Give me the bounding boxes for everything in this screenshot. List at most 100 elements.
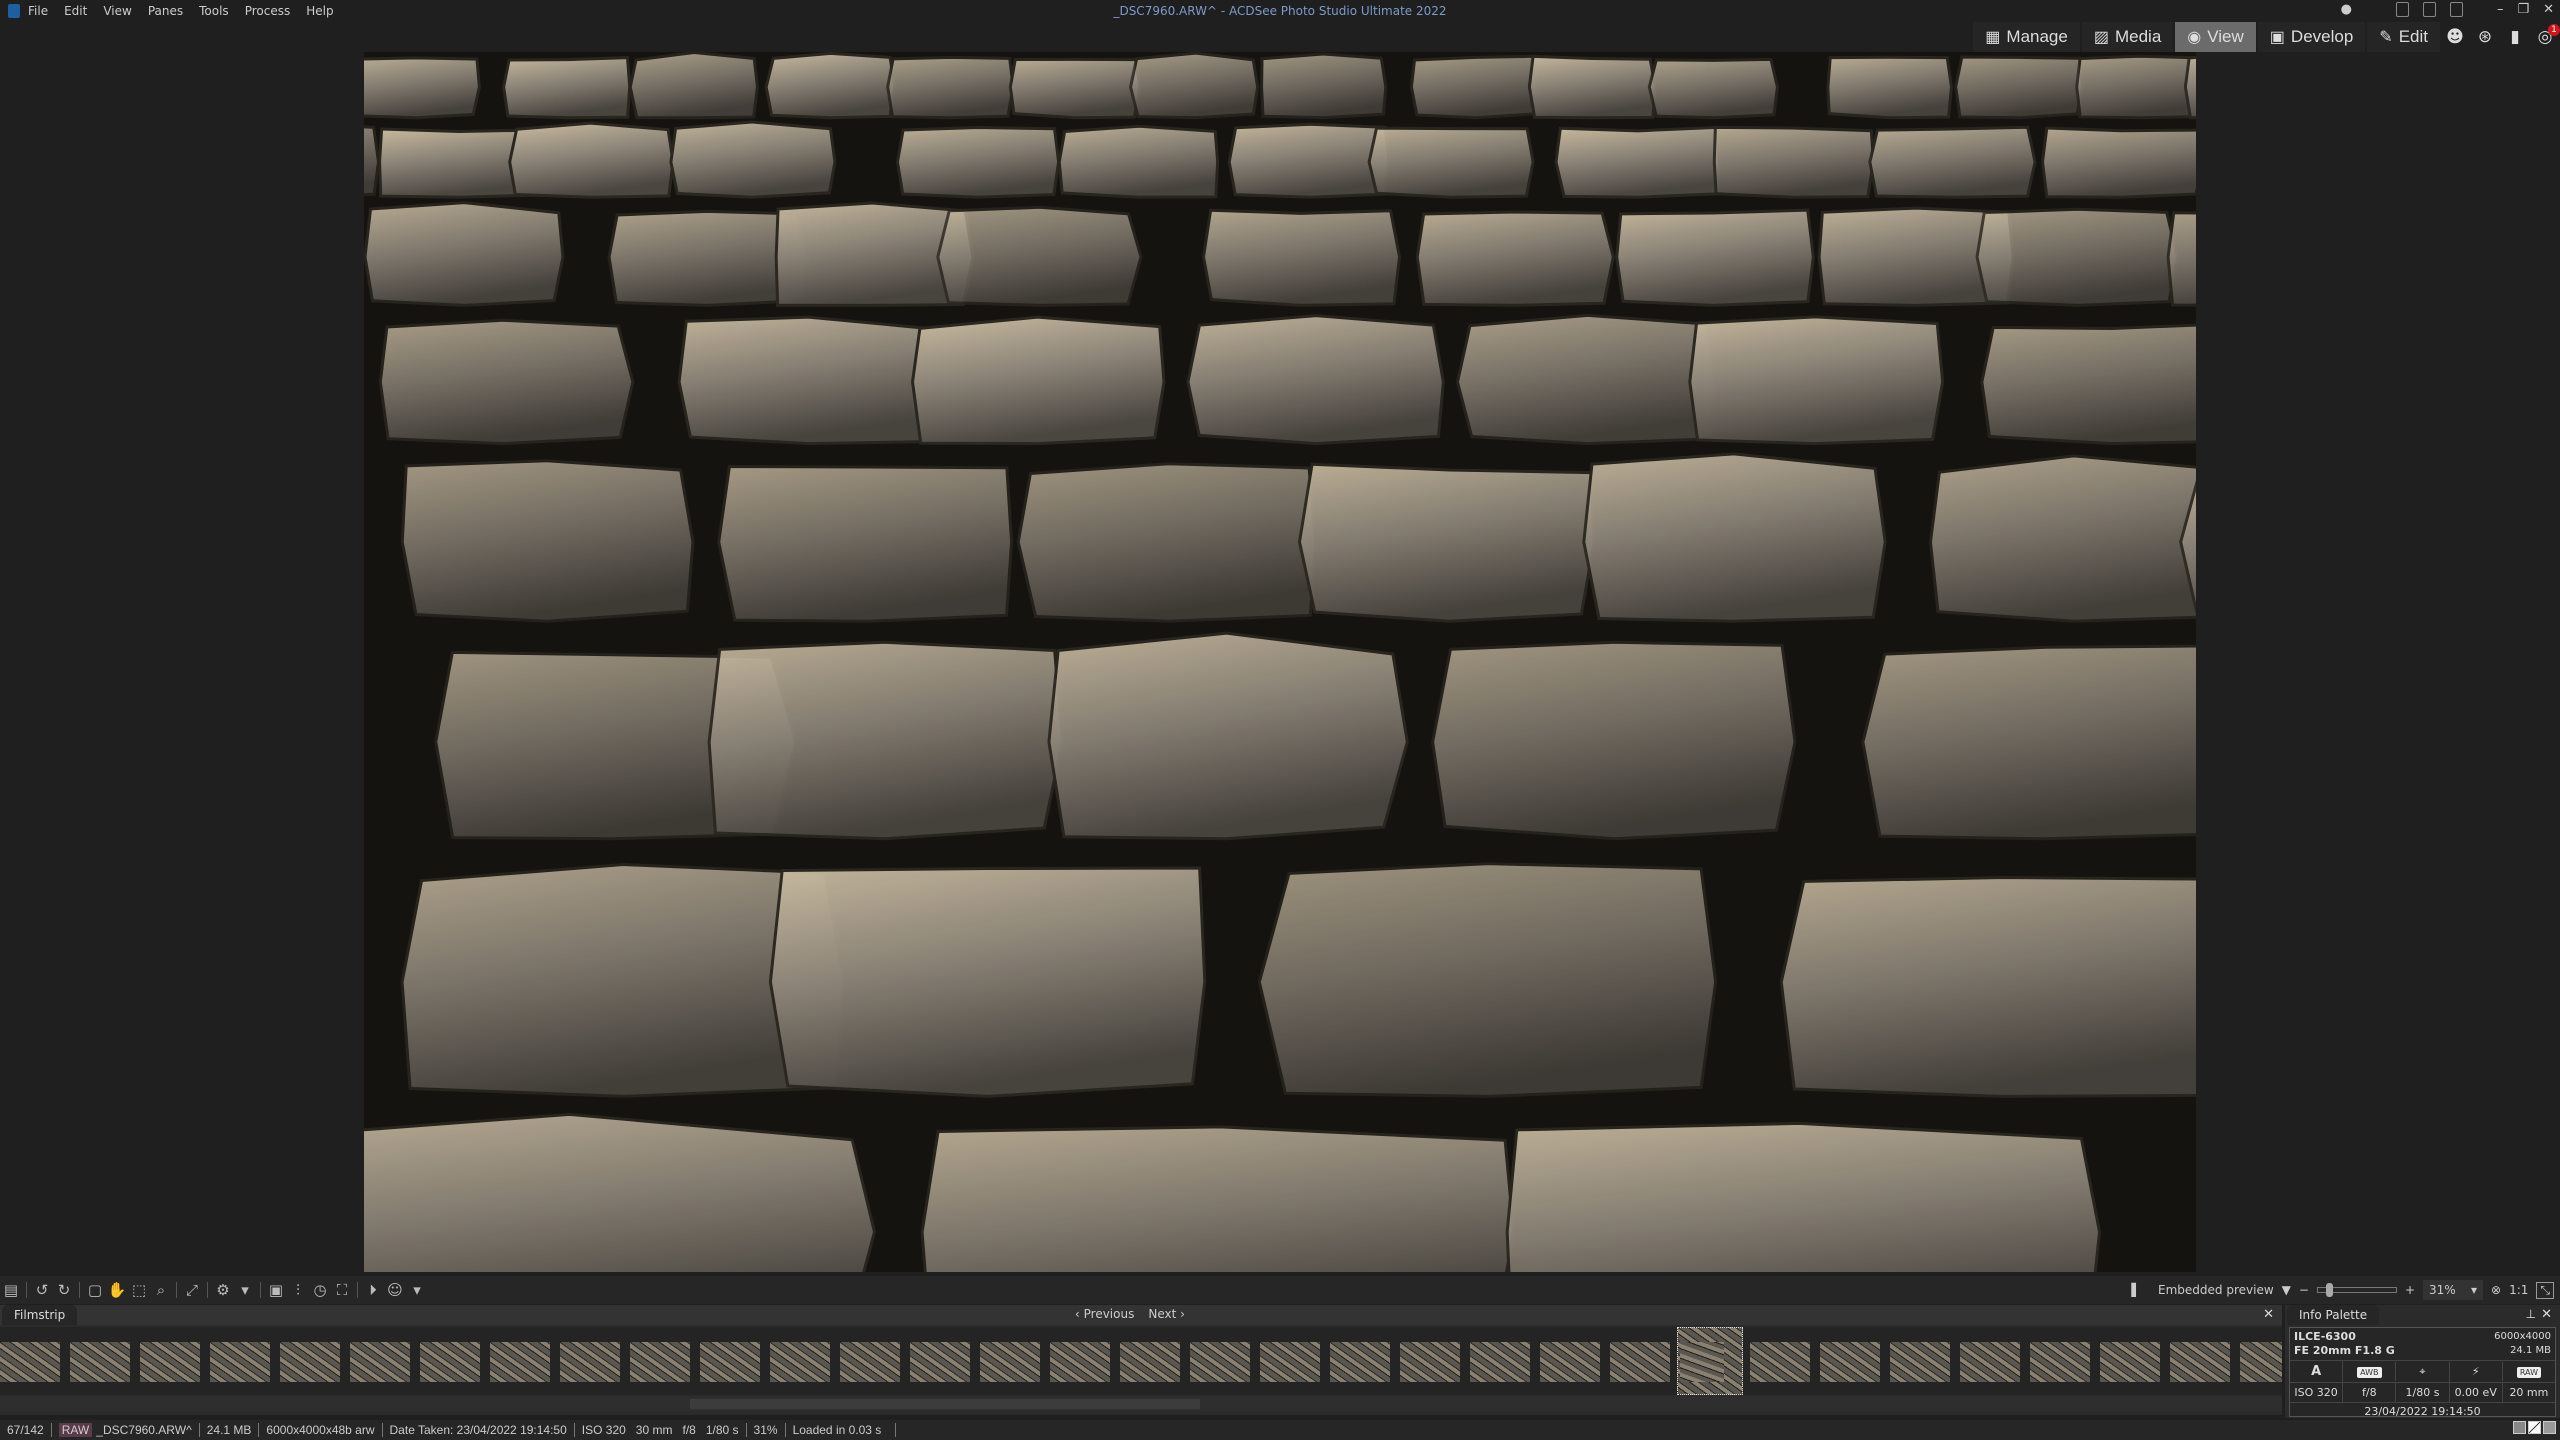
acdsee-365-icon[interactable]: ⊛ <box>2470 22 2500 52</box>
filmstrip-thumbnail[interactable] <box>910 1342 970 1382</box>
filmstrip-thumbnail[interactable] <box>560 1342 620 1382</box>
mode-develop[interactable]: ▣ Develop <box>2257 22 2366 52</box>
right-pane-toggle-icon[interactable] <box>2449 2 2463 17</box>
filmstrip-thumbnail[interactable] <box>1050 1342 1110 1382</box>
filmstrip-thumbnail[interactable] <box>0 1342 60 1382</box>
full-screen-icon[interactable]: ⤡ <box>2536 1281 2554 1299</box>
info-palette-tab[interactable]: Info Palette <box>2287 1305 2380 1325</box>
hand-pan-icon[interactable]: ✋ <box>106 1281 128 1299</box>
menu-edit[interactable]: Edit <box>64 4 87 18</box>
slideshow-icon[interactable]: ▣ <box>265 1281 287 1299</box>
people-mode-icon[interactable]: ☻ <box>2440 22 2470 52</box>
filmstrip-thumbnail[interactable] <box>140 1342 200 1382</box>
image-viewer[interactable] <box>0 52 2560 1272</box>
filmstrip-thumbnail[interactable] <box>2240 1342 2282 1382</box>
minimize-button[interactable]: – <box>2497 2 2504 17</box>
filmstrip-thumbnail[interactable] <box>980 1342 1040 1382</box>
restore-button[interactable]: ❐ <box>2517 2 2529 17</box>
filmstrip-thumbnail[interactable] <box>350 1342 410 1382</box>
filmstrip-thumbnail[interactable] <box>1890 1342 1950 1382</box>
mode-media[interactable]: ▨ Media <box>2081 22 2174 52</box>
filmstrip-thumbnail[interactable] <box>770 1342 830 1382</box>
quick-actions-icon[interactable]: ⚙ <box>212 1281 234 1299</box>
more-dropdown-icon[interactable]: ▾ <box>406 1281 428 1299</box>
bottom-pane-toggle-icon[interactable] <box>2422 2 2436 17</box>
photo-cracked-mud[interactable] <box>364 52 2196 1272</box>
filmstrip-thumbnail[interactable] <box>1540 1342 1600 1382</box>
filmstrip-thumbnail[interactable] <box>2100 1342 2160 1382</box>
filmstrip-thumbnail[interactable] <box>630 1342 690 1382</box>
select-icon[interactable]: ⬚ <box>128 1281 150 1299</box>
scrollbar-thumb[interactable] <box>690 1399 1200 1409</box>
zoom-slider[interactable] <box>2316 1283 2397 1297</box>
crop-icon[interactable]: ▢ <box>84 1281 106 1299</box>
zoom-in-button[interactable]: + <box>2405 1283 2415 1297</box>
filmstrip-thumbnail[interactable] <box>210 1342 270 1382</box>
actual-size-button[interactable]: 1:1 <box>2509 1283 2528 1297</box>
diagonal-icon[interactable] <box>2528 1421 2541 1434</box>
camera-model: ILCE-6300 <box>2294 1330 2356 1343</box>
left-pane-toggle-icon[interactable] <box>2395 2 2409 17</box>
menu-help[interactable]: Help <box>306 4 333 18</box>
zoom-out-button[interactable]: − <box>2299 1283 2309 1297</box>
fullscreen-icon[interactable]: ⤢ <box>181 1281 203 1299</box>
filmstrip-thumbnail[interactable] <box>1960 1342 2020 1382</box>
timer-icon[interactable]: ◷ <box>309 1281 331 1299</box>
menu-process[interactable]: Process <box>245 4 291 18</box>
dropdown-arrow-icon[interactable]: ▾ <box>234 1281 256 1299</box>
filmstrip-thumbnail[interactable] <box>1750 1342 1810 1382</box>
gray-square-icon[interactable] <box>2513 1421 2526 1434</box>
filmstrip-thumbnail[interactable] <box>1260 1342 1320 1382</box>
dashboard-chart-icon[interactable]: ▮ <box>2500 22 2530 52</box>
checkmark-icon[interactable] <box>2543 1421 2556 1434</box>
next-button[interactable]: Next › <box>1148 1307 1185 1321</box>
close-filmstrip-icon[interactable]: ✕ <box>2263 1307 2274 1322</box>
filmstrip-thumbnail[interactable] <box>1330 1342 1390 1382</box>
pin-icon[interactable]: ⊥ <box>2526 1307 2536 1321</box>
close-button[interactable]: ✕ <box>2543 2 2554 17</box>
menu-tools[interactable]: Tools <box>199 4 229 18</box>
filmstrip-scrollbar[interactable] <box>0 1397 2282 1411</box>
adjustments-icon[interactable]: ⫶ <box>287 1281 309 1299</box>
filmstrip-thumbnail[interactable] <box>1190 1342 1250 1382</box>
filmstrip-thumbnail[interactable] <box>2030 1342 2090 1382</box>
filmstrip-thumbnail[interactable] <box>1610 1342 1670 1382</box>
menu-view[interactable]: View <box>103 4 131 18</box>
status-format: 6000x4000x48b arw <box>259 1423 383 1437</box>
filmstrip-thumbnail[interactable] <box>2170 1342 2230 1382</box>
compare-icon[interactable]: ▐ <box>2127 1283 2136 1297</box>
save-image-icon[interactable]: ▤ <box>0 1281 22 1299</box>
acdsee-app-icon[interactable] <box>8 4 20 18</box>
filmstrip-thumbnail[interactable] <box>420 1342 480 1382</box>
menu-file[interactable]: File <box>28 4 48 18</box>
previous-button[interactable]: ‹ Previous <box>1075 1307 1134 1321</box>
filmstrip-thumbnail[interactable] <box>70 1342 130 1382</box>
filmstrip-thumbnail[interactable] <box>280 1342 340 1382</box>
play-icon[interactable]: ⏵ <box>362 1281 384 1299</box>
mode-manage[interactable]: ▦ Manage <box>1973 22 2080 52</box>
user-account-icon[interactable]: ● <box>2341 2 2352 17</box>
mode-edit[interactable]: ✎ Edit <box>2367 22 2440 52</box>
filmstrip-thumbnail[interactable] <box>1470 1342 1530 1382</box>
menu-panes[interactable]: Panes <box>148 4 183 18</box>
zoom-level-select[interactable]: 31% ▾ <box>2423 1280 2484 1300</box>
filmstrip-thumbnail[interactable] <box>490 1342 550 1382</box>
filmstrip-thumbnail[interactable] <box>1820 1342 1880 1382</box>
zoom-fit-icon[interactable]: ⊗ <box>2491 1283 2501 1297</box>
zoom-tool-icon[interactable]: ⌕ <box>150 1281 172 1299</box>
focus-icon[interactable]: ⛶ <box>331 1281 353 1299</box>
filmstrip-thumbnail[interactable] <box>840 1342 900 1382</box>
mode-view[interactable]: ◉ View <box>2175 22 2256 52</box>
preview-mode-dropdown[interactable]: ▼ <box>2282 1283 2291 1297</box>
rotate-right-icon[interactable]: ↻ <box>53 1281 75 1299</box>
filmstrip-thumbnail[interactable] <box>1677 1327 1743 1395</box>
filmstrip-thumbnail[interactable] <box>1120 1342 1180 1382</box>
close-info-palette-icon[interactable]: ✕ <box>2541 1307 2552 1322</box>
filmstrip-tab[interactable]: Filmstrip <box>2 1305 78 1325</box>
filmstrip-thumbnail[interactable] <box>1400 1342 1460 1382</box>
zoom-slider-knob[interactable] <box>2325 1283 2333 1297</box>
rotate-left-icon[interactable]: ↺ <box>31 1281 53 1299</box>
filmstrip-thumbnail[interactable] <box>700 1342 760 1382</box>
face-detect-icon[interactable]: ☺ <box>384 1281 406 1299</box>
notifications-icon[interactable]: ◎ 1 <box>2530 22 2560 52</box>
